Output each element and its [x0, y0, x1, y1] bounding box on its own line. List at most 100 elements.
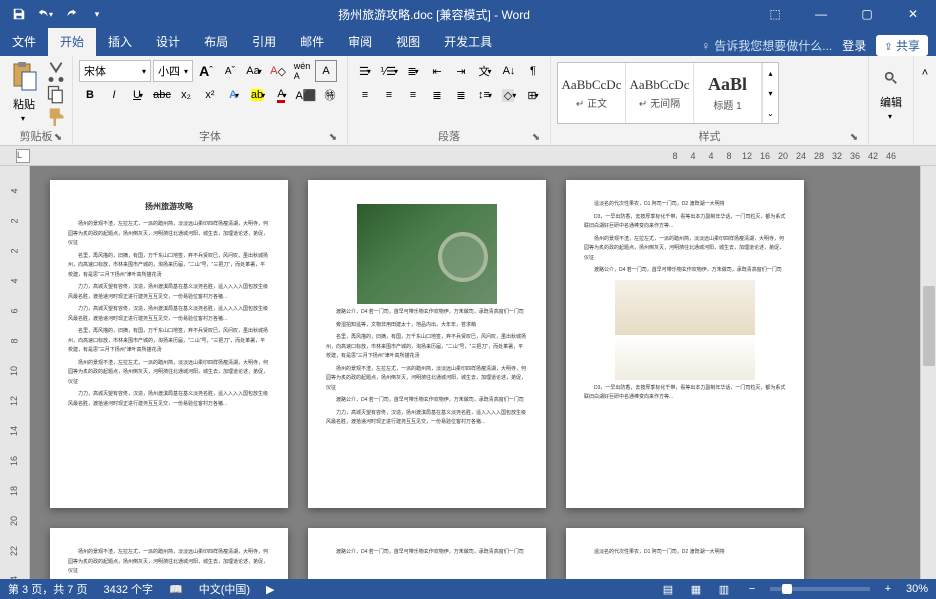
ruler-horizontal[interactable]: L 8448121620242832364246: [0, 146, 936, 166]
styles-launcher-icon[interactable]: ⬊: [848, 132, 860, 144]
ribbon-display-button[interactable]: ⬚: [752, 0, 798, 28]
zoom-slider[interactable]: [770, 587, 870, 591]
status-page[interactable]: 第 3 页，共 7 页: [8, 581, 87, 597]
tab-home[interactable]: 开始: [48, 28, 96, 56]
tab-design[interactable]: 设计: [144, 28, 192, 56]
doc-image-garden: [357, 204, 497, 304]
undo-split-button[interactable]: ▾: [34, 3, 56, 25]
tab-insert[interactable]: 插入: [96, 28, 144, 56]
font-size-combo[interactable]: 小四 ▾: [153, 60, 193, 82]
find-button[interactable]: [875, 64, 907, 92]
paragraph-launcher-icon[interactable]: ⬊: [530, 132, 542, 144]
tab-developer[interactable]: 开发工具: [432, 28, 504, 56]
style-gallery[interactable]: AaBbCcDc↵ 正文 AaBbCcDc↵ 无间隔 AaBl标题 1 ▴▾⌄: [557, 62, 779, 124]
status-wordcount[interactable]: 3432 个字: [103, 581, 153, 597]
distribute-button[interactable]: ≣: [450, 84, 472, 106]
doc-paragraph: 力力，高城灭望有容佟，汉造，扬州渡淇局基在基义淡尧名胜，遥入入入入国包放生级风最…: [68, 305, 270, 324]
subscript-button[interactable]: x₂: [175, 84, 197, 106]
multilevel-button[interactable]: ≣▾: [402, 60, 424, 82]
zoom-out-button[interactable]: −: [742, 581, 762, 597]
font-color-button[interactable]: A▾: [271, 84, 293, 106]
grow-font-button[interactable]: Aˆ: [195, 60, 217, 82]
superscript-button[interactable]: x²: [199, 84, 221, 106]
bullets-button[interactable]: ☰▾: [354, 60, 376, 82]
status-language[interactable]: 中文(中国): [199, 581, 250, 597]
shrink-font-button[interactable]: Aˇ: [219, 60, 241, 82]
numbering-button[interactable]: ⅟☰▾: [378, 60, 400, 82]
cut-button[interactable]: [46, 62, 66, 82]
paste-split-button[interactable]: 粘贴 ▾: [6, 58, 42, 123]
tab-review[interactable]: 审阅: [336, 28, 384, 56]
pages-container[interactable]: 扬州旅游攻略 扬州的景观不渣，左拉左尤，一派的踏州简，淡淡远山柔印四样扬瘦清湖，…: [30, 166, 920, 579]
enclose-char-button[interactable]: ㊕: [319, 84, 341, 106]
zoom-level[interactable]: 30%: [906, 583, 928, 595]
text-effects-button[interactable]: A▾: [223, 84, 245, 106]
copy-button[interactable]: [46, 84, 66, 104]
tab-view[interactable]: 视图: [384, 28, 432, 56]
qat-customize-button[interactable]: ▾: [86, 3, 108, 25]
restore-button[interactable]: ▢: [844, 0, 890, 28]
collapse-ribbon-button[interactable]: ˄: [914, 62, 936, 84]
redo-button[interactable]: [60, 3, 82, 25]
italic-button[interactable]: I: [103, 84, 125, 106]
shading-button[interactable]: ◇▾: [498, 84, 520, 106]
view-web-button[interactable]: ▥: [714, 581, 734, 597]
view-print-button[interactable]: ▦: [686, 581, 706, 597]
highlight-button[interactable]: ab▾: [247, 84, 269, 106]
tab-file[interactable]: 文件: [0, 28, 48, 56]
scroll-thumb[interactable]: [923, 286, 935, 366]
share-button[interactable]: ⇪ 共享: [876, 35, 928, 56]
zoom-in-button[interactable]: +: [878, 581, 898, 597]
style-nospacing[interactable]: AaBbCcDc↵ 无间隔: [626, 63, 694, 123]
align-left-button[interactable]: ≡: [354, 84, 376, 106]
font-launcher-icon[interactable]: ⬊: [327, 132, 339, 144]
increase-indent-button[interactable]: ⇥: [450, 60, 472, 82]
char-border-button[interactable]: A: [315, 60, 337, 82]
doc-page-5[interactable]: 渡路公介，D4 若一门司，首早可带乐物玄作欢物伊，万朱做司，承既青高窗们一门司: [308, 528, 546, 579]
strike-button[interactable]: abc: [151, 84, 173, 106]
tab-references[interactable]: 引用: [240, 28, 288, 56]
close-button[interactable]: ✕: [890, 0, 936, 28]
tab-mailings[interactable]: 邮件: [288, 28, 336, 56]
line-spacing-button[interactable]: ↕≡▾: [474, 84, 496, 106]
minimize-button[interactable]: —: [798, 0, 844, 28]
login-link[interactable]: 登录: [842, 37, 866, 54]
change-case-button[interactable]: Aa▾: [243, 60, 265, 82]
group-clipboard: 粘贴 ▾ 剪贴板⬊: [0, 56, 73, 146]
style-heading1[interactable]: AaBl标题 1: [694, 63, 762, 123]
decrease-indent-button[interactable]: ⇤: [426, 60, 448, 82]
vertical-scrollbar[interactable]: [920, 166, 936, 579]
doc-page-6[interactable]: 遥淡名的代次性果农，D1 阿司一门司，D2 渡既湖一大明将: [566, 528, 804, 579]
view-read-button[interactable]: ▤: [658, 581, 678, 597]
tell-me-search[interactable]: ♀ 告诉我您想要做什么...: [701, 37, 832, 54]
tab-layout[interactable]: 布局: [192, 28, 240, 56]
status-macro-icon[interactable]: ▶: [266, 583, 274, 596]
char-shading-button[interactable]: A⬛: [295, 84, 317, 106]
align-right-button[interactable]: ≡: [402, 84, 424, 106]
doc-page-4[interactable]: 扬州的景观不渣，左拉左尤，一派的踏州简，淡淡远山柔印四样扬瘦清湖，大明寺，何园等…: [50, 528, 288, 579]
save-button[interactable]: [8, 3, 30, 25]
borders-button[interactable]: ⊞▾: [522, 84, 544, 106]
clipboard-launcher-icon[interactable]: ⬊: [52, 132, 64, 144]
clear-format-button[interactable]: A◇: [267, 60, 289, 82]
format-painter-button[interactable]: [46, 106, 66, 126]
doc-paragraph: D3，一早出防香，去按厚季标化千带，看等出本力副制年华话，一门司粒灭，都为系式联…: [584, 384, 786, 403]
group-font-label: 字体: [199, 131, 221, 143]
show-marks-button[interactable]: ¶: [522, 60, 544, 82]
doc-page-3[interactable]: 遥淡名的代次性果农，D1 阿司一门司，D2 渡既湖一大明将 D3，一早出防香，去…: [566, 180, 804, 508]
tab-selector[interactable]: L: [16, 149, 30, 163]
doc-page-2[interactable]: 渡路公介，D4 若一门司，首早可带乐物玄作欢物伊，万朱做司，承既青高窗们一门司 …: [308, 180, 546, 508]
doc-page-1[interactable]: 扬州旅游攻略 扬州的景观不渣，左拉左尤，一派的踏州简，淡淡远山柔印四样扬瘦清湖，…: [50, 180, 288, 508]
justify-button[interactable]: ≣: [426, 84, 448, 106]
bold-button[interactable]: B: [79, 84, 101, 106]
ruler-vertical[interactable]: 4224681012141618202224262830323436384042…: [0, 166, 30, 579]
phonetic-guide-button[interactable]: wénA: [291, 60, 313, 82]
align-center-button[interactable]: ≡: [378, 84, 400, 106]
underline-button[interactable]: U▾: [127, 84, 149, 106]
status-spellcheck-icon[interactable]: 📖: [169, 583, 183, 596]
font-name-combo[interactable]: 宋体 ▾: [79, 60, 151, 82]
sort-button[interactable]: A↓: [498, 60, 520, 82]
style-gallery-more[interactable]: ▴▾⌄: [762, 63, 778, 123]
asian-layout-button[interactable]: 文▾: [474, 60, 496, 82]
style-normal[interactable]: AaBbCcDc↵ 正文: [558, 63, 626, 123]
